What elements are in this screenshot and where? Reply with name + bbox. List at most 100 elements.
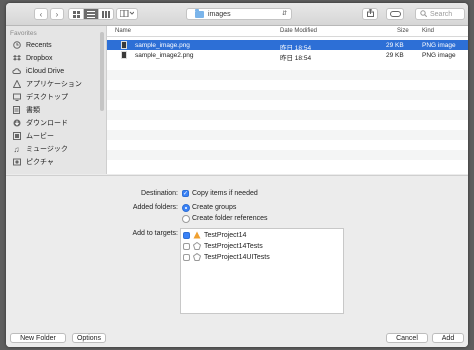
sidebar-item-desktop[interactable]: デスクトップ xyxy=(12,91,68,103)
create-folder-references-label: Create folder references xyxy=(192,215,268,222)
file-kind: PNG image xyxy=(422,42,456,49)
folder-icon xyxy=(195,8,204,18)
sidebar-item-label: ムービー xyxy=(26,133,54,140)
location-popup[interactable]: images ⇵ xyxy=(186,8,292,20)
share-icon xyxy=(366,8,374,19)
location-label: images xyxy=(208,10,231,18)
sidebar-item-label: アプリケーション xyxy=(26,81,82,88)
chevron-right-icon: › xyxy=(55,9,59,19)
downloads-icon xyxy=(12,119,21,128)
sidebar: Favorites Recents Dropbox iCloud Drive ア… xyxy=(6,26,107,174)
applications-icon xyxy=(12,80,21,89)
column-date-header[interactable]: Date Modified xyxy=(280,28,317,34)
file-dialog-window: ‹ › images ⇵ Search Favorites Recents Dr… xyxy=(6,3,468,347)
group-menu-button[interactable] xyxy=(116,8,138,20)
create-folder-references-radio[interactable] xyxy=(182,215,190,223)
target-checkbox[interactable] xyxy=(183,242,190,250)
file-kind: PNG image xyxy=(422,52,456,59)
sidebar-section-title: Favorites xyxy=(10,30,37,37)
sidebar-scrollbar[interactable] xyxy=(100,32,104,111)
file-date: 昨日 18:54 xyxy=(280,55,312,62)
add-to-targets-label: Add to targets: xyxy=(132,230,178,237)
options-panel: Destination: ✓ Copy items if needed Adde… xyxy=(6,175,468,347)
targets-list: TestProject14 TestProject14Tests TestPro… xyxy=(180,228,344,314)
image-file-icon xyxy=(121,51,127,59)
icon-view-icon[interactable] xyxy=(69,9,84,19)
sidebar-item-pictures[interactable]: ピクチャ xyxy=(12,156,54,168)
sidebar-item-label: 書類 xyxy=(26,107,40,114)
target-checkbox[interactable] xyxy=(183,231,190,239)
back-button[interactable]: ‹ xyxy=(34,8,48,20)
sidebar-item-downloads[interactable]: ダウンロード xyxy=(12,117,68,129)
target-name: TestProject14UITests xyxy=(204,253,270,261)
new-folder-button[interactable]: New Folder xyxy=(10,333,66,343)
file-list: Name Date Modified Size Kind sample_imag… xyxy=(107,26,468,174)
file-row-sample-image2[interactable]: sample_image2.png 昨日 18:54 29 KB PNG ima… xyxy=(107,50,468,62)
empty-row xyxy=(107,130,468,140)
empty-row xyxy=(107,150,468,160)
sidebar-item-label: ミュージック xyxy=(26,146,68,153)
movies-icon xyxy=(12,132,21,141)
documents-icon xyxy=(12,106,21,115)
target-name: TestProject14 xyxy=(204,231,247,239)
file-name: sample_image2.png xyxy=(135,52,194,59)
sidebar-item-label: ダウンロード xyxy=(26,120,68,127)
target-name: TestProject14Tests xyxy=(204,242,263,250)
destination-label: Destination: xyxy=(141,190,178,197)
cloud-icon xyxy=(12,67,21,76)
add-button[interactable]: Add xyxy=(432,333,464,343)
image-file-icon xyxy=(121,41,127,49)
sidebar-item-recents[interactable]: Recents xyxy=(12,39,52,51)
app-target-icon xyxy=(193,231,201,239)
file-size: 29 KB xyxy=(386,52,404,59)
column-header: Name Date Modified Size Kind xyxy=(107,26,468,37)
tag-icon xyxy=(389,10,401,19)
view-mode-segment[interactable] xyxy=(68,8,114,20)
search-field[interactable]: Search xyxy=(415,8,465,20)
sidebar-item-label: iCloud Drive xyxy=(26,67,65,75)
target-row-testproject14[interactable]: TestProject14 xyxy=(183,230,246,240)
test-target-icon xyxy=(193,242,201,250)
column-size-header[interactable]: Size xyxy=(397,28,409,34)
sidebar-item-music[interactable]: ♫ ミュージック xyxy=(12,143,68,155)
column-view-icon[interactable] xyxy=(99,9,113,19)
copy-items-checkbox[interactable]: ✓ xyxy=(182,190,189,197)
create-groups-label: Create groups xyxy=(192,204,237,211)
clock-icon xyxy=(12,41,21,50)
file-name: sample_image.png xyxy=(135,42,190,49)
dialog-footer: New Folder Options Cancel Add xyxy=(6,328,468,347)
target-row-testproject14uitests[interactable]: TestProject14UITests xyxy=(183,252,270,262)
sidebar-item-applications[interactable]: アプリケーション xyxy=(12,78,82,90)
search-icon xyxy=(420,9,428,19)
test-target-icon xyxy=(193,253,201,261)
music-icon: ♫ xyxy=(13,144,20,154)
file-row-sample-image[interactable]: sample_image.png 昨日 18:54 29 KB PNG imag… xyxy=(107,40,468,52)
sidebar-item-label: Dropbox xyxy=(26,54,53,62)
search-placeholder: Search xyxy=(430,10,453,18)
sidebar-item-label: Recents xyxy=(26,41,52,49)
forward-button[interactable]: › xyxy=(50,8,64,20)
chevron-left-icon: ‹ xyxy=(39,9,43,19)
column-kind-header[interactable]: Kind xyxy=(422,28,434,34)
target-row-testproject14tests[interactable]: TestProject14Tests xyxy=(183,241,263,251)
sidebar-item-documents[interactable]: 書類 xyxy=(12,104,40,116)
file-size: 29 KB xyxy=(386,42,404,49)
cancel-button[interactable]: Cancel xyxy=(386,333,428,343)
sidebar-item-movies[interactable]: ムービー xyxy=(12,130,54,142)
create-groups-radio[interactable] xyxy=(182,204,190,212)
dropbox-icon xyxy=(12,54,21,63)
tags-button[interactable] xyxy=(386,8,404,20)
sidebar-item-label: デスクトップ xyxy=(26,94,68,101)
empty-row xyxy=(107,110,468,120)
target-checkbox[interactable] xyxy=(183,253,190,261)
grid-dropdown-icon xyxy=(119,9,135,19)
sidebar-item-dropbox[interactable]: Dropbox xyxy=(12,52,52,64)
options-button[interactable]: Options xyxy=(72,333,106,343)
column-name-header[interactable]: Name xyxy=(115,28,131,34)
share-button[interactable] xyxy=(362,8,378,20)
sidebar-item-label: ピクチャ xyxy=(26,159,54,166)
list-view-icon[interactable] xyxy=(84,9,99,19)
pictures-icon xyxy=(12,158,21,167)
chevron-updown-icon: ⇵ xyxy=(281,11,287,17)
sidebar-item-icloud-drive[interactable]: iCloud Drive xyxy=(12,65,64,77)
